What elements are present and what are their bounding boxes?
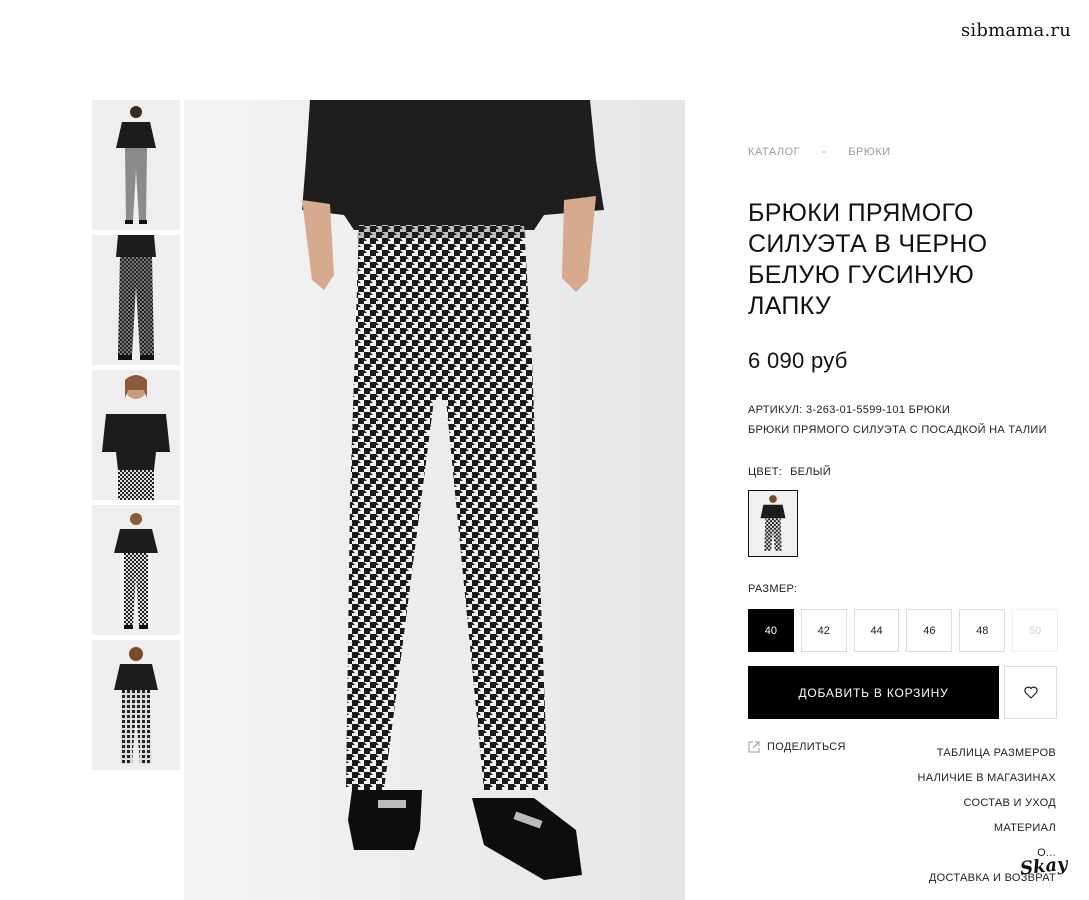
size-option-48[interactable]: 48 — [959, 609, 1006, 652]
product-price: 6 090 руб — [748, 348, 848, 373]
thumbnail-3[interactable] — [92, 370, 180, 500]
color-label: ЦВЕТ: — [748, 466, 783, 478]
size-option-46[interactable]: 46 — [906, 609, 953, 652]
thumbnail-4[interactable] — [92, 505, 180, 635]
share-label: ПОДЕЛИТЬСЯ — [767, 741, 846, 753]
main-product-image[interactable] — [184, 100, 685, 900]
thumbnail-list — [92, 100, 180, 775]
breadcrumb: КАТАЛОГ - БРЮКИ — [748, 146, 1058, 158]
breadcrumb-catalog[interactable]: КАТАЛОГ — [748, 146, 800, 158]
size-option-50: 50 — [1012, 609, 1058, 652]
color-swatch-white[interactable] — [748, 490, 798, 557]
signature-watermark: Skay — [1019, 853, 1069, 880]
product-links: ПОДЕЛИТЬСЯ ТАБЛИЦА РАЗМЕРОВ НАЛИЧИЕ В МА… — [748, 741, 1058, 884]
material-link[interactable]: МАТЕРИАЛ — [918, 816, 1056, 841]
composition-care-link[interactable]: СОСТАВ И УХОД — [918, 791, 1056, 816]
product-article: АРТИКУЛ: 3-263-01-5599-101 БРЮКИ — [748, 404, 951, 416]
size-option-44[interactable]: 44 — [853, 609, 900, 652]
share-link[interactable]: ПОДЕЛИТЬСЯ — [748, 741, 846, 753]
size-label: РАЗМЕР: — [748, 583, 798, 595]
heart-icon — [1023, 686, 1038, 699]
breadcrumb-separator: - — [822, 146, 827, 158]
breadcrumb-category[interactable]: БРЮКИ — [848, 146, 890, 158]
buy-row: ДОБАВИТЬ В КОРЗИНУ — [748, 666, 1058, 719]
product-meta: АРТИКУЛ: 3-263-01-5599-101 БРЮКИ БРЮКИ П… — [748, 400, 1058, 440]
size-selector: 40 42 44 46 48 50 — [748, 609, 1058, 652]
share-icon — [748, 741, 760, 753]
add-to-cart-button[interactable]: ДОБАВИТЬ В КОРЗИНУ — [748, 666, 999, 719]
favorite-button[interactable] — [1004, 666, 1057, 719]
color-row: ЦВЕТ: БЕЛЫЙ — [748, 466, 1058, 478]
store-availability-link[interactable]: НАЛИЧИЕ В МАГАЗИНАХ — [918, 766, 1056, 791]
site-watermark: sibmama.ru — [960, 20, 1071, 41]
thumbnail-2[interactable] — [92, 235, 180, 365]
color-value: БЕЛЫЙ — [790, 466, 832, 478]
size-chart-link[interactable]: ТАБЛИЦА РАЗМЕРОВ — [918, 741, 1056, 766]
product-description: БРЮКИ ПРЯМОГО СИЛУЭТА С ПОСАДКОЙ НА ТАЛИ… — [748, 424, 1047, 436]
size-option-42[interactable]: 42 — [800, 609, 847, 652]
size-option-40[interactable]: 40 — [748, 609, 794, 652]
thumbnail-1[interactable] — [92, 100, 180, 230]
thumbnail-5[interactable] — [92, 640, 180, 770]
product-info: КАТАЛОГ - БРЮКИ БРЮКИ ПРЯМОГО СИЛУЭТА В … — [748, 146, 1058, 884]
product-title: БРЮКИ ПРЯМОГО СИЛУЭТА В ЧЕРНО БЕЛУЮ ГУСИ… — [748, 199, 988, 320]
